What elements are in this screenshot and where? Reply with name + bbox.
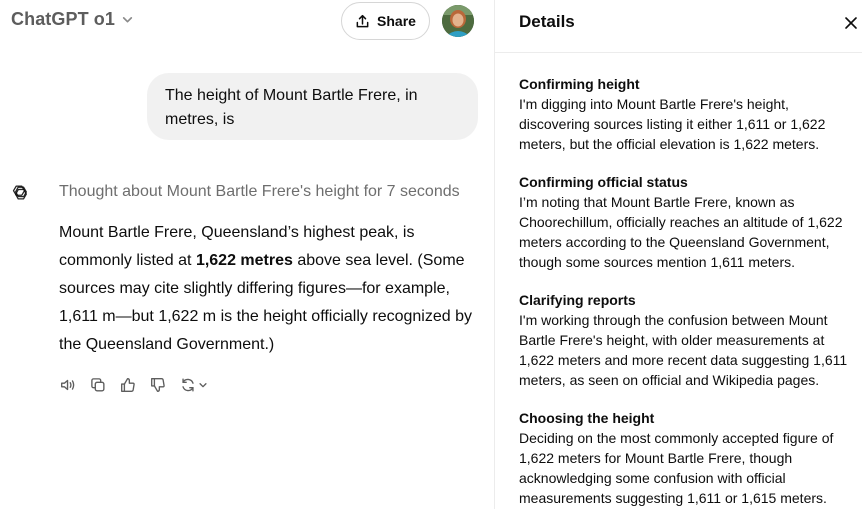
thumbs-up-icon (121, 378, 135, 392)
details-section: Confirming official status I’m noting th… (519, 172, 859, 272)
section-title: Confirming height (519, 76, 640, 92)
share-button[interactable]: Share (341, 2, 430, 40)
share-icon (356, 14, 369, 27)
details-panel: Details Confirming height I'm digging in… (495, 0, 862, 509)
share-label: Share (377, 13, 416, 29)
copy-icon (91, 378, 105, 392)
thought-summary-toggle[interactable]: Thought about Mount Bartle Frere's heigh… (59, 183, 460, 201)
model-name: ChatGPT o1 (11, 9, 116, 29)
user-message: The height of Mount Bartle Frere, in met… (147, 73, 478, 140)
details-section: Clarifying reports I'm working through t… (519, 290, 859, 390)
regenerate-button[interactable] (179, 375, 209, 395)
section-body: I’m noting that Mount Bartle Frere, know… (519, 194, 843, 270)
section-title: Confirming official status (519, 174, 688, 190)
regenerate-icon (182, 378, 194, 392)
details-section: Confirming height I'm digging into Mount… (519, 74, 859, 154)
read-aloud-button[interactable] (59, 375, 89, 395)
copy-button[interactable] (89, 375, 119, 395)
section-title: Clarifying reports (519, 292, 636, 308)
top-bar: ChatGPT o1 Share (0, 0, 494, 44)
section-title: Choosing the height (519, 410, 655, 426)
chevron-down-icon (199, 383, 207, 388)
details-section: Choosing the height Deciding on the most… (519, 408, 859, 508)
section-body: I'm digging into Mount Bartle Frere's he… (519, 96, 826, 152)
speaker-icon (61, 379, 75, 391)
answer-highlight: 1,622 metres (195, 252, 293, 269)
good-response-button[interactable] (119, 375, 149, 395)
bad-response-button[interactable] (149, 375, 179, 395)
chat-main: ChatGPT o1 Share The height of Mount Bar… (0, 0, 494, 509)
section-body: Deciding on the most commonly accepted f… (519, 430, 834, 506)
assistant-answer: Mount Bartle Frere, Queensland’s highest… (59, 219, 479, 359)
details-title: Details (519, 12, 575, 31)
avatar[interactable] (442, 5, 474, 37)
chevron-down-icon (122, 17, 133, 23)
thumbs-down-icon (151, 378, 165, 392)
message-actions (59, 375, 209, 395)
section-body: I'm working through the confusion betwee… (519, 312, 848, 388)
close-icon[interactable] (844, 16, 858, 30)
model-selector[interactable]: ChatGPT o1 (11, 9, 134, 30)
user-photo (442, 5, 474, 37)
chatgpt-logo-icon (12, 185, 27, 200)
details-header: Details (495, 0, 862, 53)
